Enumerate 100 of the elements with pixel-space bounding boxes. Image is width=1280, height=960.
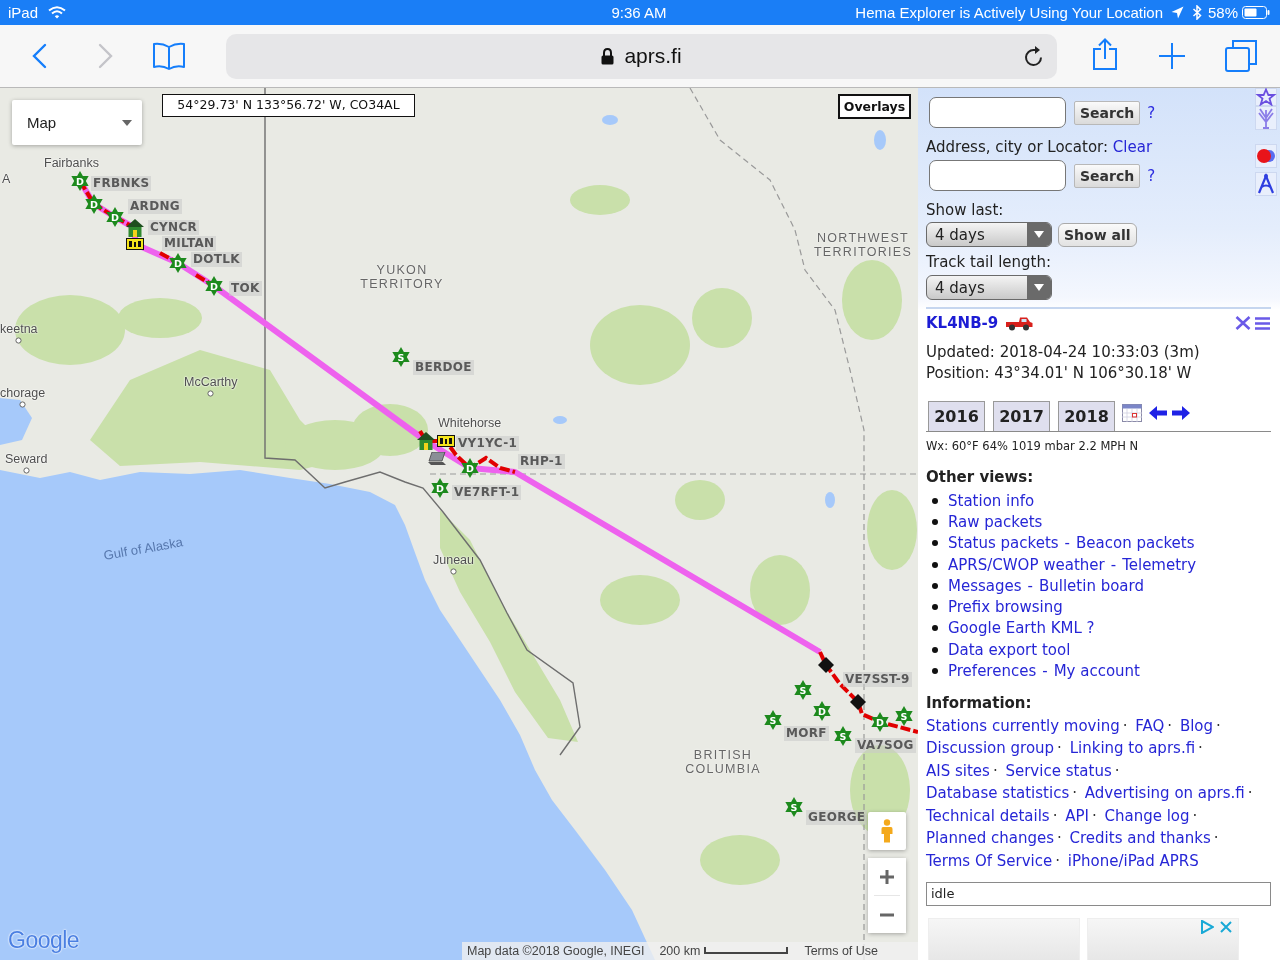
info-link[interactable]: Credits and thanks [1069, 829, 1211, 848]
search-button[interactable]: Search [1074, 100, 1141, 125]
link-separator: · [1056, 829, 1062, 848]
arrow-right-icon[interactable] [1172, 406, 1190, 420]
help-link[interactable]: ? [1147, 103, 1156, 122]
year-tab[interactable]: 2016 [928, 401, 985, 431]
place-label: keetna [0, 322, 38, 336]
info-link[interactable]: Planned changes [926, 829, 1054, 848]
water-label: Gulf of Alaska [102, 534, 184, 563]
town-dot-icon [15, 337, 23, 344]
info-link[interactable]: Advertising on aprs.fi [1084, 784, 1245, 803]
bookmarks-icon[interactable] [152, 42, 186, 70]
region-label: YUKON TERRITORY [359, 263, 445, 291]
sign-icon[interactable] [126, 238, 144, 250]
arrow-left-icon[interactable] [1149, 406, 1167, 420]
year-tab[interactable]: 2018 [1058, 401, 1115, 431]
overlays-button[interactable]: Overlays [838, 94, 911, 119]
terms-link[interactable]: Terms of Use [804, 944, 878, 958]
antenna-icon[interactable] [1255, 106, 1277, 130]
bullet-icon [932, 497, 938, 504]
forest-area [692, 288, 752, 348]
new-tab-icon[interactable] [1158, 42, 1186, 70]
view-link[interactable]: Data export tool [948, 640, 1071, 659]
house-icon[interactable] [417, 432, 435, 450]
position-text: Position: 43°34.01' N 106°30.18' W [926, 363, 1193, 384]
callsign-link[interactable]: KL4NB-9 [926, 314, 999, 332]
view-link[interactable]: Telemetry [1122, 555, 1197, 574]
laptop-icon[interactable] [428, 452, 446, 466]
caret-icon [1027, 276, 1051, 299]
track-tail-dropdown[interactable]: 4 days [926, 275, 1052, 300]
reload-icon[interactable] [1024, 44, 1044, 67]
view-link[interactable]: Messages [948, 576, 1022, 595]
forest-area [675, 480, 725, 520]
station-label: BERDOE [413, 360, 474, 375]
info-link[interactable]: FAQ [1135, 716, 1165, 735]
view-link[interactable]: Raw packets [948, 512, 1043, 531]
clear-link[interactable]: Clear [1112, 138, 1153, 156]
info-link[interactable]: Stations currently moving [926, 716, 1120, 735]
address-field[interactable] [929, 160, 1066, 191]
truck-icon [1005, 315, 1034, 331]
close-icon[interactable] [1220, 921, 1232, 934]
star-icon[interactable] [1255, 88, 1277, 106]
battery-icon [1242, 6, 1270, 19]
search-button[interactable]: Search [1074, 163, 1141, 188]
station-label: VA7SOG [855, 738, 916, 753]
view-link[interactable]: APRS/CWOP weather [948, 555, 1105, 574]
info-link[interactable]: Blog [1179, 716, 1214, 735]
house-icon[interactable] [126, 219, 144, 237]
view-link[interactable]: Google Earth KML ? [948, 619, 1095, 638]
calendar-icon[interactable] [1122, 404, 1142, 422]
back-icon[interactable] [31, 43, 47, 69]
year-tab[interactable]: 2017 [993, 401, 1050, 431]
info-link[interactable]: Change log [1104, 806, 1190, 825]
zoom-in-button[interactable] [868, 858, 906, 895]
help-link[interactable]: ? [1147, 166, 1156, 185]
address-field[interactable]: aprs.fi [226, 33, 1057, 79]
info-link[interactable]: Database statistics [926, 784, 1070, 803]
place-label: A [2, 172, 11, 186]
view-link[interactable]: Beacon packets [1076, 534, 1195, 553]
share-icon[interactable] [1092, 38, 1118, 70]
close-icon[interactable] [1235, 316, 1251, 330]
lock-icon [601, 47, 615, 65]
menu-icon[interactable] [1255, 316, 1270, 330]
view-link[interactable]: My account [1053, 662, 1140, 680]
place-label: Juneau [433, 553, 474, 567]
info-link[interactable]: iPhone/iPad APRS [1067, 851, 1199, 870]
link-separator: · [1052, 806, 1058, 825]
info-link[interactable]: Linking to aprs.fi [1069, 739, 1196, 758]
view-link[interactable]: Preferences [948, 662, 1037, 680]
diamond-icon[interactable] [818, 657, 834, 673]
view-link[interactable]: Prefix browsing [948, 598, 1063, 617]
person-icon [881, 819, 893, 843]
view-link[interactable]: Station info [948, 491, 1035, 510]
info-link[interactable]: Technical details [926, 806, 1050, 825]
circles-icon[interactable] [1255, 144, 1277, 168]
view-link[interactable]: Status packets [948, 534, 1059, 553]
info-link[interactable]: Terms Of Service [926, 851, 1053, 870]
station-label: MORF [784, 726, 829, 741]
show-all-button[interactable]: Show all [1058, 222, 1137, 247]
section-heading: Information: [926, 693, 1033, 712]
show-last-dropdown[interactable]: 4 days [926, 222, 1052, 247]
tabs-icon[interactable] [1225, 40, 1257, 72]
map-type-dropdown[interactable]: Map [12, 100, 142, 145]
map-logo: Google [8, 927, 80, 954]
view-link[interactable]: Bulletin board [1039, 576, 1144, 595]
adchoices-icon[interactable] [1200, 920, 1214, 935]
lake [553, 416, 567, 424]
info-link[interactable]: AIS sites [926, 761, 990, 780]
sign-icon[interactable] [437, 435, 455, 447]
callsign-field[interactable] [929, 97, 1066, 128]
diamond-icon[interactable] [850, 694, 866, 710]
info-link[interactable]: Service status [1005, 761, 1112, 780]
forest-area [570, 185, 630, 215]
info-link[interactable]: API [1065, 806, 1089, 825]
compass-icon[interactable] [1255, 172, 1277, 196]
caret-icon [1027, 223, 1051, 246]
lake [602, 115, 618, 125]
place-label: chorage [0, 386, 46, 400]
info-link[interactable]: Discussion group [926, 739, 1055, 758]
bullet-icon [932, 604, 938, 611]
